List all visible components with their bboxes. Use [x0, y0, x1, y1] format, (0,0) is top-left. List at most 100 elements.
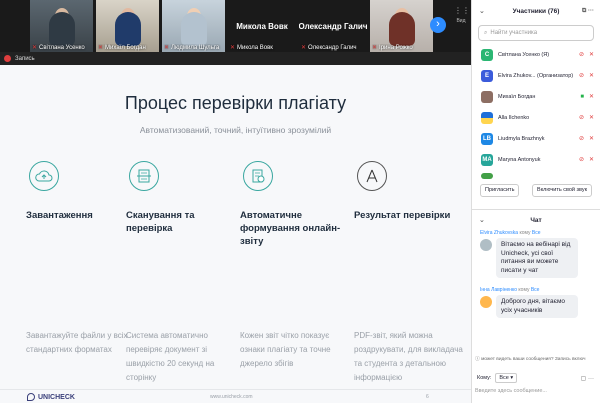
participant-row[interactable]: Михаїл Богдан ■ ✕ — [472, 86, 600, 107]
mic-muted-icon: ✕ — [32, 45, 38, 51]
mic-muted-icon: ✕ — [588, 115, 594, 121]
mic-muted-icon: ✕ — [98, 45, 104, 51]
pen-nib-icon — [357, 161, 387, 191]
step-title: Завантаження — [26, 210, 93, 221]
video-off-icon: ⊘ — [578, 115, 584, 121]
recording-label: Запись — [15, 55, 35, 62]
chat-to-label: Кому: — [477, 375, 492, 381]
step-description: Кожен звіт чітко показує ознаки плагіату… — [240, 331, 331, 368]
view-menu-button[interactable]: ⋮⋮ Вид — [454, 6, 470, 26]
step-upload: Завантаження Завантажуйте файли у всіх с… — [26, 161, 136, 354]
participants-title: Участники (76) — [512, 7, 560, 15]
chat-message: Інна Лавріненко кому Все Доброго дня, ві… — [472, 287, 600, 318]
video-tile-1[interactable]: ✕ Світлана Усенко — [30, 0, 93, 52]
video-tile-6[interactable]: ✕ Ірина Рожко — [370, 0, 433, 52]
participant-row[interactable]: LB Liudmyla Brazhnyk ⊘ ✕ — [472, 128, 600, 149]
chat-input[interactable]: Введите здесь сообщение... — [475, 388, 595, 394]
video-tile-name: ✕ Олександр Галич — [301, 44, 357, 52]
video-tile-name: ✕ Михаїл Богдан — [98, 44, 146, 52]
step-description: PDF-звіт, який можна роздрукувати, для в… — [354, 331, 463, 382]
avatar: С — [481, 48, 493, 61]
chat-message-sender: Інна Лавріненко кому Все — [480, 287, 540, 293]
avatar — [480, 296, 492, 308]
invite-button[interactable]: Пригласить — [480, 184, 520, 197]
chat-message: Elvira Zhukovska кому Все Вітаємо на веб… — [472, 230, 600, 278]
chat-header: ⌄ Чат — [472, 210, 600, 230]
participant-name: Liudmyla Brazhnyk — [498, 135, 545, 142]
chat-more-button[interactable]: ▢ ··· — [581, 375, 594, 382]
mic-muted-icon: ✕ — [230, 45, 236, 51]
slide-title: Процес перевірки плагіату — [124, 93, 347, 113]
mic-muted-icon: ✕ — [588, 52, 594, 58]
step-description: Система автоматично перевіряє документ з… — [126, 331, 215, 382]
search-icon: ⌕ — [484, 29, 488, 36]
participant-search[interactable]: ⌕ Найти участника — [478, 25, 594, 41]
avatar: LB — [481, 132, 493, 145]
collapse-chevron-icon[interactable]: ⌄ — [479, 7, 485, 15]
chat-recipient-bar: Кому: Все ▾ ▢ ··· — [471, 370, 600, 386]
side-panel: ⌄ Участники (76) ⧉ ··· ⌕ Найти участника… — [471, 0, 600, 403]
video-tile-2[interactable]: ✕ Михаїл Богдан — [96, 0, 159, 52]
video-strip: ✕ Світлана Усенко ✕ Михаїл Богдан ✕ Людмила… — [0, 0, 471, 52]
recording-dot-icon — [4, 55, 11, 62]
participant-row[interactable]: Alla Ilchenko ⊘ ✕ — [472, 107, 600, 128]
collapse-chevron-icon[interactable]: ⌄ — [479, 216, 485, 224]
chat-recipient-select[interactable]: Все ▾ — [495, 373, 518, 383]
mic-muted-icon: ✕ — [588, 136, 594, 142]
participant-row[interactable]: E Elvira Zhukov... (Организатор) ⊘ ✕ — [472, 65, 600, 86]
participant-name: Alla Ilchenko — [498, 114, 530, 121]
participant-row[interactable] — [472, 170, 600, 180]
chat-message-sender: Elvira Zhukovska кому Все — [480, 230, 541, 236]
mic-muted-icon: ✕ — [301, 45, 307, 51]
avatar — [481, 111, 493, 124]
mic-muted-icon: ✕ — [588, 157, 594, 163]
step-title: Автоматичне формування онлайн-звіту — [240, 210, 341, 247]
participant-row[interactable]: MA Maryna Antonyuk ⊘ ✕ — [472, 149, 600, 170]
report-document-icon — [243, 161, 273, 191]
shared-screen-slide: Процес перевірки плагіату Автоматизовани… — [0, 65, 471, 403]
avatar — [480, 239, 492, 251]
slide-footer-url: www.unicheck.com — [210, 394, 253, 400]
video-tile-4[interactable]: Микола Вовк ✕ Микола Вовк — [228, 0, 296, 52]
slide-page-number: 6 — [426, 394, 429, 400]
view-menu-label: Вид — [456, 18, 466, 24]
step-description: Завантажуйте файли у всіх стандартних фо… — [26, 331, 128, 354]
video-on-icon: ■ — [580, 93, 584, 100]
video-off-icon: ⊘ — [578, 52, 584, 58]
video-tile-big-name: Микола Вовк — [236, 21, 288, 31]
scan-document-icon — [129, 161, 159, 191]
video-tile-name: ✕ Ірина Рожко — [372, 44, 413, 52]
mic-muted-icon: ✕ — [588, 73, 594, 79]
video-tile-name: ✕ Людмила Шульга — [164, 44, 220, 52]
cloud-upload-icon — [29, 161, 59, 191]
participant-body — [114, 12, 141, 46]
avatar — [481, 173, 493, 179]
next-videos-button[interactable]: › — [430, 17, 446, 33]
participant-name: Михаїл Богдан — [498, 93, 536, 100]
slide-subtitle: Автоматизований, точний, інтуїтивно зроз… — [139, 125, 332, 135]
participant-row[interactable]: С Світлана Усенко (Я) ⊘ ✕ — [472, 44, 600, 65]
video-off-icon: ⊘ — [578, 157, 584, 163]
panel-options-button[interactable]: ⧉ ··· — [582, 8, 594, 15]
unicheck-logo: UNICHECK — [27, 393, 75, 401]
participant-name: Світлана Усенко (Я) — [498, 51, 550, 58]
participant-body — [48, 12, 75, 46]
chat-title: Чат — [530, 216, 542, 224]
step-title: Результат перевірки — [354, 210, 451, 221]
mic-muted-icon: ✕ — [588, 94, 594, 100]
chat-message-text: Доброго дня, вітаємо усіх учасників — [496, 295, 578, 318]
unmute-self-button[interactable]: Включить свой звук — [532, 184, 592, 197]
video-tile-5[interactable]: Олександр Галич ✕ Олександр Галич — [299, 0, 367, 52]
video-off-icon: ⊘ — [578, 136, 584, 142]
video-tile-big-name: Олександр Галич — [299, 21, 367, 31]
step-report: Автоматичне формування онлайн-звіту Коже… — [240, 161, 350, 368]
search-input[interactable]: Найти участника — [490, 30, 537, 36]
step-scan: Сканування та перевірка Система автомати… — [126, 161, 236, 382]
video-off-icon: ⊘ — [578, 73, 584, 79]
video-tile-name: ✕ Світлана Усенко — [32, 44, 85, 52]
video-tile-3[interactable]: ✕ Людмила Шульга — [162, 0, 225, 52]
unicheck-logo-icon — [27, 393, 35, 401]
zoom-meeting-window: ✕ Світлана Усенко ✕ Михаїл Богдан ✕ Людмила… — [0, 0, 600, 403]
recording-bar: Запись — [0, 52, 471, 65]
step-result: Результат перевірки PDF-звіт, який можна… — [354, 161, 464, 382]
